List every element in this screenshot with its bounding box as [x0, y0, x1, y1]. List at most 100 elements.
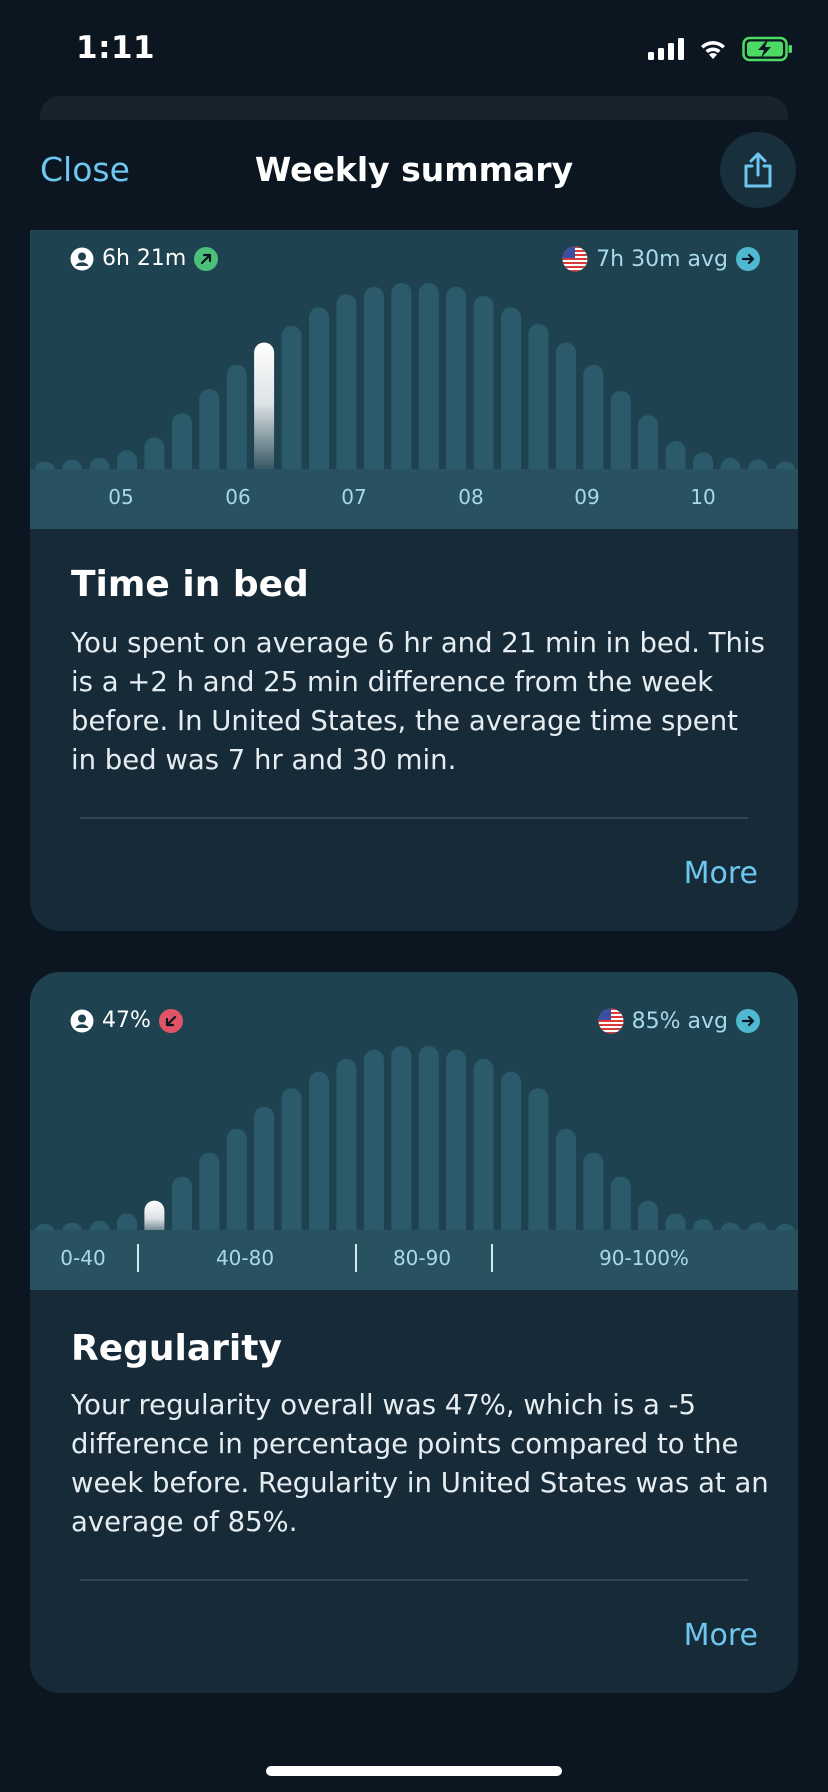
chart-bar [336, 1058, 357, 1230]
chart-bar [89, 1220, 110, 1230]
chart-bar [501, 307, 521, 469]
chart-bar [583, 364, 604, 469]
chart-bar [226, 364, 247, 469]
more-button[interactable]: More [684, 856, 758, 891]
page-title: Weekly summary [254, 150, 574, 189]
chart-bar [665, 1213, 686, 1230]
time-in-bed-axis: 05 06 07 08 09 10 [30, 469, 798, 529]
chart-bar [199, 1152, 220, 1230]
home-indicator[interactable] [266, 1766, 562, 1776]
chart-bar [610, 390, 631, 469]
cellular-signal-icon [648, 38, 684, 60]
axis-tick-label: 40-80 [215, 1246, 275, 1270]
user-stat-value: 47% [102, 1008, 151, 1033]
chart-bar [117, 1213, 137, 1230]
regularity-axis: 0-40 40-80 80-90 90-100% [30, 1230, 798, 1290]
axis-separator [491, 1244, 493, 1272]
country-stat-value: 7h 30m avg [596, 246, 728, 272]
chart-bar [391, 1046, 412, 1230]
highlighted-bar [254, 342, 275, 469]
axis-tick-label: 80-90 [392, 1246, 452, 1270]
chart-bar [555, 342, 576, 469]
user-stat-value: 6h 21m [102, 246, 187, 271]
chart-bar [418, 1046, 439, 1230]
trend-down-icon [158, 1008, 183, 1033]
share-icon [744, 152, 772, 188]
time-in-bed-card: 05 06 07 08 09 10 6h 21m 7h 30m avg Time… [30, 200, 798, 931]
chart-bar [720, 1222, 741, 1230]
card-description: You spent on average 6 hr and 21 min in … [71, 627, 765, 776]
chart-bar [391, 283, 412, 469]
chart-bar [446, 286, 467, 469]
chart-bar [747, 459, 768, 469]
divider [80, 817, 748, 819]
chart-bar [363, 1049, 384, 1230]
chart-bar [336, 294, 357, 469]
battery-charging-icon [742, 36, 792, 62]
chart-bar [309, 1071, 329, 1230]
chart-bar [62, 459, 83, 469]
user-stat: 6h 21m [70, 246, 219, 271]
us-flag-icon [562, 246, 588, 272]
highlighted-bar [144, 1200, 165, 1230]
axis-tick-label: 07 [341, 485, 367, 509]
chart-bar [281, 1088, 302, 1230]
user-icon [70, 247, 94, 270]
chart-bar [638, 1200, 659, 1230]
regularity-card: 0-40 40-80 80-90 90-100% 47% 85% avg Reg… [30, 972, 798, 1693]
us-flag-icon [598, 1008, 624, 1034]
chart-bar [446, 1049, 467, 1230]
chart-bar [555, 1128, 576, 1230]
chart-bar [528, 323, 549, 469]
trend-up-icon [194, 246, 219, 271]
more-button[interactable]: More [684, 1618, 758, 1653]
country-stat: 7h 30m avg [562, 246, 760, 272]
share-button[interactable] [720, 132, 796, 208]
axis-tick-label: 06 [225, 485, 251, 509]
chart-bar [720, 457, 741, 469]
chart-bar [610, 1176, 631, 1230]
chart-bar [583, 1152, 604, 1230]
chart-bar [363, 286, 384, 469]
axis-tick-label: 05 [108, 485, 134, 509]
chart-bar [665, 441, 686, 469]
card-title: Regularity [71, 1328, 282, 1369]
divider [80, 1579, 748, 1581]
chart-bar [528, 1088, 549, 1230]
axis-separator [137, 1244, 139, 1272]
chart-bar [418, 283, 439, 469]
chart-bar [693, 1219, 713, 1230]
chart-bar [89, 457, 110, 469]
trend-neutral-icon [736, 1009, 760, 1033]
axis-tick-label: 08 [458, 485, 484, 509]
time-in-bed-bars [34, 283, 796, 469]
status-time: 1:11 [76, 30, 156, 66]
chart-bar [226, 1128, 247, 1230]
card-description: Your regularity overall was 47%, which i… [71, 1389, 769, 1538]
trend-neutral-icon [736, 247, 760, 271]
chart-bar [473, 1058, 494, 1230]
user-icon [70, 1009, 94, 1032]
chart-bar [281, 325, 302, 469]
wifi-icon [701, 41, 725, 59]
axis-tick-label: 0-40 [60, 1246, 106, 1270]
chart-bar [34, 461, 55, 469]
axis-tick-label: 10 [690, 485, 716, 509]
chart-bar [748, 1222, 768, 1230]
chart-bar [501, 1071, 521, 1230]
chart-bar [117, 450, 137, 469]
chart-bar [199, 389, 220, 469]
chart-bar [473, 296, 494, 469]
axis-separator [355, 1244, 357, 1272]
chart-bar [309, 307, 329, 469]
axis-tick-label: 09 [574, 485, 600, 509]
country-stat-value: 85% avg [631, 1008, 728, 1034]
user-stat: 47% [70, 1008, 183, 1033]
axis-tick-label: 90-100% [599, 1246, 689, 1270]
chart-bar [638, 415, 659, 469]
chart-bar [171, 1176, 192, 1230]
chart-bar [254, 1106, 275, 1230]
country-stat: 85% avg [598, 1008, 760, 1034]
status-icons [648, 36, 794, 62]
card-title: Time in bed [71, 564, 309, 605]
